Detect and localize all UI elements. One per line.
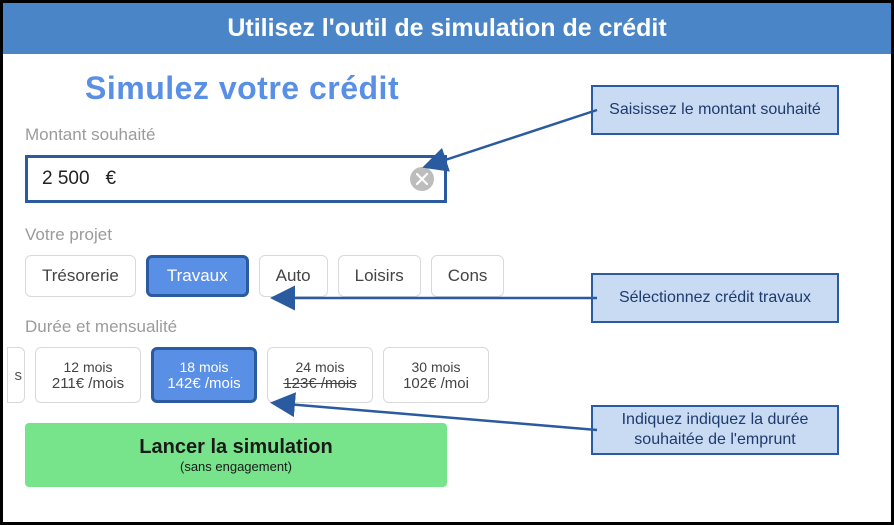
app-frame: Utilisez l'outil de simulation de crédit… — [0, 0, 894, 525]
arrow-amount-icon — [3, 3, 894, 525]
